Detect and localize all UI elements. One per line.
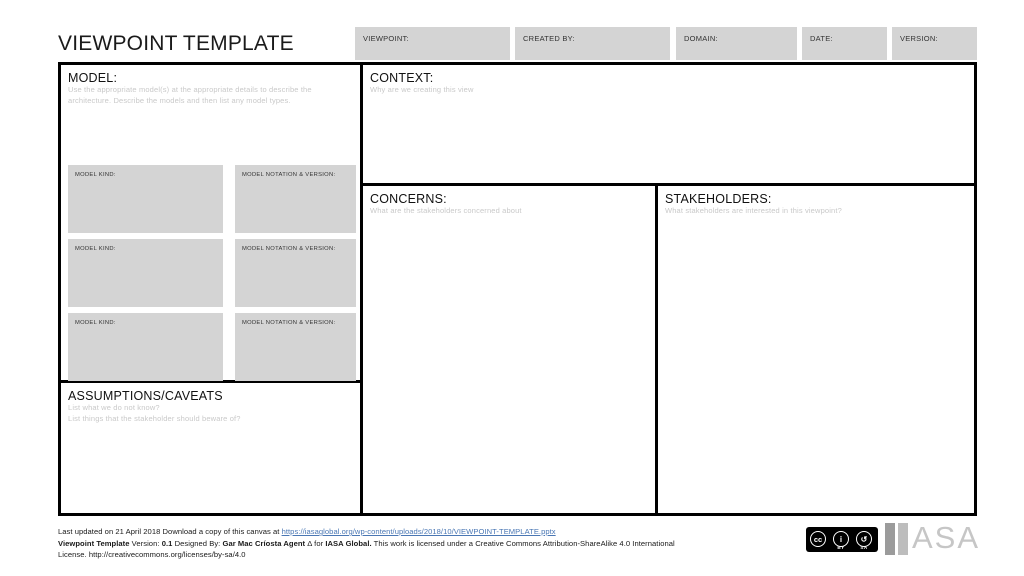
creative-commons-badge[interactable]: cc i ↺ BY SA bbox=[806, 527, 878, 552]
model-kind-row: MODEL KIND: MODEL NOTATION & VERSION: bbox=[68, 165, 356, 233]
model-kind-field[interactable]: MODEL KIND: bbox=[68, 239, 223, 307]
field-version-label: VERSION: bbox=[900, 34, 938, 43]
model-heading-block: MODEL: Use the appropriate model(s) at t… bbox=[68, 71, 353, 106]
context-title: CONTEXT: bbox=[370, 71, 434, 85]
field-domain[interactable]: DOMAIN: bbox=[676, 27, 797, 60]
footer-license-text: This work is licensed under a Creative C… bbox=[371, 538, 675, 548]
iasa-logo-bar-right bbox=[898, 523, 908, 555]
model-notation-field[interactable]: MODEL NOTATION & VERSION: bbox=[235, 239, 356, 307]
model-kind-row: MODEL KIND: MODEL NOTATION & VERSION: bbox=[68, 239, 356, 307]
field-viewpoint-label: VIEWPOINT: bbox=[363, 34, 409, 43]
model-kind-label: MODEL KIND: bbox=[75, 320, 116, 326]
panel-context[interactable]: CONTEXT: Why are we creating this view bbox=[363, 65, 974, 183]
concerns-subtitle: What are the stakeholders concerned abou… bbox=[370, 206, 522, 215]
footer-version-text: Version: bbox=[129, 538, 162, 548]
stakeholders-subtitle: What stakeholders are interested in this… bbox=[665, 206, 842, 215]
model-kind-field[interactable]: MODEL KIND: bbox=[68, 313, 223, 381]
concerns-title: CONCERNS: bbox=[370, 192, 447, 206]
model-notation-label: MODEL NOTATION & VERSION: bbox=[242, 172, 336, 178]
header-row: VIEWPOINT TEMPLATE VIEWPOINT: CREATED BY… bbox=[0, 0, 1024, 62]
iasa-logo: ASA bbox=[885, 520, 981, 555]
panel-assumptions-caveats[interactable]: ASSUMPTIONS/CAVEATS List what we do not … bbox=[61, 383, 360, 513]
field-version[interactable]: VERSION: bbox=[892, 27, 977, 60]
cc-sa-label: SA bbox=[860, 545, 868, 550]
assumptions-subtitle-line1: List what we do not know? bbox=[68, 403, 160, 412]
footer-for-text: Δ for bbox=[305, 538, 326, 548]
model-kind-field[interactable]: MODEL KIND: bbox=[68, 165, 223, 233]
concerns-heading-block: CONCERNS: What are the stakeholders conc… bbox=[370, 192, 648, 217]
iasa-logo-letters: ASA bbox=[912, 520, 981, 555]
panel-concerns[interactable]: CONCERNS: What are the stakeholders conc… bbox=[363, 186, 655, 513]
context-heading-block: CONTEXT: Why are we creating this view bbox=[370, 71, 967, 96]
footer-line-2: Viewpoint Template Version: 0.1 Designed… bbox=[58, 538, 798, 550]
field-domain-label: DOMAIN: bbox=[684, 34, 718, 43]
field-viewpoint[interactable]: VIEWPOINT: bbox=[355, 27, 510, 60]
assumptions-subtitle-line2: List things that the stakeholder should … bbox=[68, 413, 241, 423]
iasa-logo-bar-left bbox=[885, 523, 895, 555]
footer-updated-text: Last updated on 21 April 2018 Download a… bbox=[58, 527, 282, 536]
model-notation-label: MODEL NOTATION & VERSION: bbox=[242, 320, 336, 326]
model-kind-row: MODEL KIND: MODEL NOTATION & VERSION: bbox=[68, 313, 356, 381]
page-title: VIEWPOINT TEMPLATE bbox=[58, 32, 294, 55]
model-notation-field[interactable]: MODEL NOTATION & VERSION: bbox=[235, 165, 356, 233]
footer-line-3: License. http://creativecommons.org/lice… bbox=[58, 550, 246, 559]
left-column: MODEL: Use the appropriate model(s) at t… bbox=[61, 65, 360, 513]
field-created-by[interactable]: CREATED BY: bbox=[515, 27, 670, 60]
footer-designer-name: Gar Mac Críosta Agent bbox=[222, 538, 306, 548]
footer: Last updated on 21 April 2018 Download a… bbox=[58, 526, 798, 561]
field-date[interactable]: DATE: bbox=[802, 27, 887, 60]
model-notation-label: MODEL NOTATION & VERSION: bbox=[242, 246, 336, 252]
panel-model[interactable]: MODEL: Use the appropriate model(s) at t… bbox=[61, 65, 360, 381]
field-created-by-label: CREATED BY: bbox=[523, 34, 575, 43]
footer-line-1: Last updated on 21 April 2018 Download a… bbox=[58, 526, 798, 538]
right-column: CONTEXT: Why are we creating this view C… bbox=[363, 65, 974, 513]
assumptions-title: ASSUMPTIONS/CAVEATS bbox=[68, 389, 223, 403]
field-date-label: DATE: bbox=[810, 34, 833, 43]
stakeholders-heading-block: STAKEHOLDERS: What stakeholders are inte… bbox=[665, 192, 967, 217]
stakeholders-title: STAKEHOLDERS: bbox=[665, 192, 772, 206]
footer-template-name: Viewpoint Template bbox=[58, 538, 130, 548]
footer-version-value: 0.1 bbox=[161, 538, 173, 548]
model-kind-label: MODEL KIND: bbox=[75, 246, 116, 252]
footer-download-link[interactable]: https://iasaglobal.org/wp-content/upload… bbox=[282, 527, 556, 536]
footer-designer-text: Designed By: bbox=[172, 538, 223, 548]
template-canvas: MODEL: Use the appropriate model(s) at t… bbox=[58, 62, 977, 516]
assumptions-heading-block: ASSUMPTIONS/CAVEATS List what we do not … bbox=[68, 389, 353, 424]
cc-by-label: BY bbox=[837, 545, 845, 550]
model-subtitle: Use the appropriate model(s) at the appr… bbox=[68, 85, 312, 105]
context-subtitle: Why are we creating this view bbox=[370, 85, 474, 94]
cc-icon: cc bbox=[810, 531, 826, 547]
model-notation-field[interactable]: MODEL NOTATION & VERSION: bbox=[235, 313, 356, 381]
model-title: MODEL: bbox=[68, 71, 118, 85]
model-kind-label: MODEL KIND: bbox=[75, 172, 116, 178]
panel-stakeholders[interactable]: STAKEHOLDERS: What stakeholders are inte… bbox=[658, 186, 974, 513]
footer-org-name: IASA Global. bbox=[325, 538, 372, 548]
model-kind-grid: MODEL KIND: MODEL NOTATION & VERSION: MO… bbox=[68, 165, 356, 387]
